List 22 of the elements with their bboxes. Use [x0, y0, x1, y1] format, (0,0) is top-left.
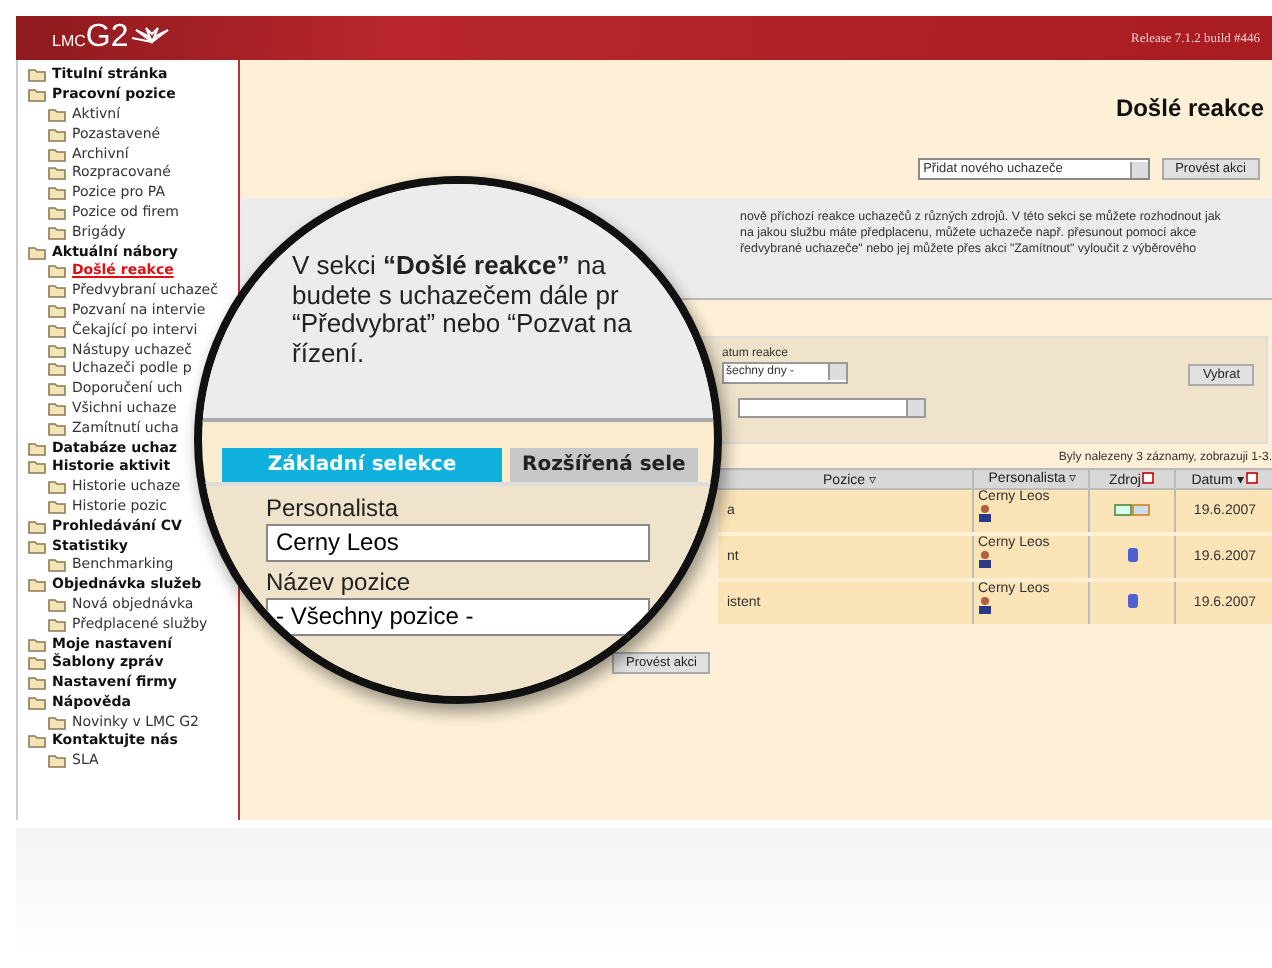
database-icon — [1127, 548, 1137, 562]
page-title: Došlé reakce — [1113, 94, 1264, 122]
database-icon — [1127, 594, 1137, 608]
person-icon — [978, 550, 992, 568]
person-icon — [978, 504, 992, 522]
help-icon — [1142, 471, 1155, 483]
document-icon — [1114, 503, 1132, 515]
description-text: “Předvybrat” nebo “Pozvat na — [292, 310, 634, 339]
person-icon — [978, 596, 992, 614]
logo-text: LMC — [52, 32, 86, 50]
logo-text: G2 — [85, 20, 129, 56]
description-text: budete s uchazečem dále pr — [292, 281, 621, 310]
field-label: Personalista — [266, 493, 399, 522]
description-text: V sekci “Došlé reakce” na — [292, 252, 608, 281]
select-field[interactable]: Cerny Leos — [266, 523, 650, 562]
description-text: řízení. — [292, 339, 365, 368]
select-field[interactable]: - Všechny pozice - — [266, 597, 650, 636]
empty-select[interactable] — [738, 398, 926, 418]
selection-tab[interactable]: Rozšířená sele — [510, 447, 698, 482]
help-icon — [1246, 471, 1259, 483]
field-label: Název pozice — [266, 567, 411, 596]
envelope-icon — [1132, 503, 1150, 515]
